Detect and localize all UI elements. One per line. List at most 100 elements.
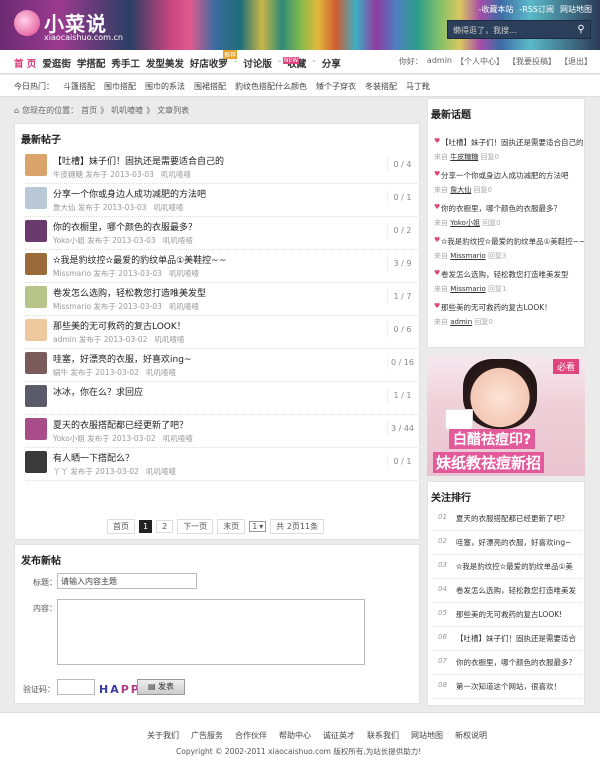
rank-title-link[interactable]: 夏天的衣服搭配都已经更新了吧? — [456, 513, 580, 524]
topic-title[interactable]: ✫我是豹纹控✫最爱的豹纹单品①美鞋控~~ — [441, 236, 584, 247]
post-category[interactable]: 叽叽喳喳 — [146, 368, 176, 377]
rank-title-link[interactable]: 卷发怎么选购，轻松教您打造唯美发 — [456, 585, 580, 596]
post-category[interactable]: 叽叽喳喳 — [155, 335, 185, 344]
search-box[interactable]: 懒得逛了，我搜… ⚲ — [447, 20, 591, 39]
nav-home[interactable]: 首 页 — [14, 56, 36, 70]
post-category[interactable]: 叽叽喳喳 — [154, 203, 184, 212]
nav-shopping[interactable]: 爱逛街 — [42, 56, 71, 70]
nav-handcraft[interactable]: 秀手工 — [111, 56, 140, 70]
avatar[interactable] — [25, 154, 47, 176]
rank-item[interactable]: 01 夏天的衣服搭配都已经更新了吧? — [434, 509, 582, 531]
topic-item[interactable]: ♥ 你的衣橱里，哪个颜色的衣服最多？ 来自 Yoko小姐 回复0 — [434, 203, 582, 239]
post-author[interactable]: Yoko小姐 — [53, 434, 85, 443]
footer-link[interactable]: 诚征英才 — [323, 730, 355, 741]
footer-link[interactable]: 联系我们 — [367, 730, 399, 741]
avatar[interactable] — [25, 385, 47, 407]
post-row[interactable]: 夏天的衣服搭配都已经更新了吧？ Yoko小姐 发布于 2013-03-02 叽叽喳… — [25, 415, 417, 448]
rank-item[interactable]: 06 【吐槽】妹子们！固执还是需要适合 — [434, 629, 582, 651]
footer-link[interactable]: 关于我们 — [147, 730, 179, 741]
avatar[interactable] — [25, 187, 47, 209]
post-author[interactable]: 牛皮糖糖 — [53, 170, 83, 179]
captcha-image[interactable]: HAPP — [99, 683, 141, 696]
page-select[interactable]: 1 ▾ — [249, 521, 267, 532]
topic-user[interactable]: Missmario — [450, 252, 486, 260]
post-title[interactable]: 【吐槽】妹子们！固执还是需要适合自己的 — [53, 154, 224, 167]
hot-item[interactable]: 矮个子穿衣 — [316, 81, 356, 92]
rank-title-link[interactable]: 【吐槽】妹子们！固执还是需要适合 — [456, 633, 580, 644]
post-author[interactable]: 丫丫 — [53, 467, 68, 476]
hot-item[interactable]: 围巾的系法 — [145, 81, 185, 92]
breadcrumb-forum[interactable]: 叽叽喳喳 — [111, 105, 143, 116]
topic-item[interactable]: ♥ ✫我是豹纹控✫最爱的豹纹单品①美鞋控~~ 来自 Missmario 回复3 — [434, 236, 584, 272]
rank-item[interactable]: 07 你的衣橱里，哪个颜色的衣服最多? — [434, 653, 582, 675]
topic-item[interactable]: ♥ 【吐槽】妹子们！固执还是需要适合自己的 来自 牛皮糖糖 回复0 — [434, 137, 584, 173]
content-textarea[interactable] — [57, 599, 365, 665]
topic-title[interactable]: 你的衣橱里，哪个颜色的衣服最多？ — [441, 203, 584, 214]
ad-banner[interactable]: 必看 白醋祛痘印? 妹纸教祛痘新招 — [427, 357, 585, 476]
post-author[interactable]: Yoko小姐 — [53, 236, 85, 245]
submit-button[interactable]: ▤ 发表 — [137, 679, 185, 695]
avatar[interactable] — [25, 220, 47, 242]
post-author[interactable]: Missmario — [53, 269, 91, 278]
footer-link[interactable]: 新权说明 — [455, 730, 487, 741]
topic-item[interactable]: ♥ 分享一个你或身边人成功减肥的方法吧 来自 詹大仙 回复0 — [434, 170, 582, 206]
hot-item[interactable]: 豹纹色搭配什么颜色 — [235, 81, 307, 92]
post-row[interactable]: 卷发怎么选购，轻松教您打造唯美发型 Missmario 发布于 2013-03-0… — [25, 283, 417, 316]
hot-item[interactable]: 马丁靴 — [406, 81, 430, 92]
post-row[interactable]: 有人晒一下搭配么？ 丫丫 发布于 2013-03-02 叽叽喳喳 0 / 1 — [25, 448, 417, 481]
post-category[interactable]: 叽叽喳喳 — [146, 467, 176, 476]
rank-title-link[interactable]: 那些美的无可救药的复古LOOK! — [456, 609, 580, 620]
footer-link[interactable]: 合作伙伴 — [235, 730, 267, 741]
bookmark-link[interactable]: -收藏本站 — [479, 4, 514, 15]
site-logo[interactable]: 小菜说 xiaocaishuo.com.cn — [14, 8, 154, 44]
topic-user[interactable]: Missmario — [450, 285, 486, 293]
post-row[interactable]: ✫我是豹纹控✫最爱的豹纹单品①美鞋控~~ Missmario 发布于 2013-0… — [25, 250, 417, 283]
pager-page-2[interactable]: 2 — [156, 520, 174, 533]
post-category[interactable]: 叽叽喳喳 — [163, 434, 193, 443]
post-title[interactable]: 冰冰，你在么？求回应 — [53, 385, 143, 398]
rank-item[interactable]: 02 哇塞，好漂亮的衣服，好喜欢ing~ — [434, 533, 582, 555]
post-row[interactable]: 那些美的无可救药的复古LOOK！ admin 发布于 2013-03-02 叽叽喳… — [25, 316, 417, 349]
post-title[interactable]: 夏天的衣服搭配都已经更新了吧？ — [53, 418, 188, 431]
hot-item[interactable]: 围巾搭配 — [104, 81, 136, 92]
post-title[interactable]: ✫我是豹纹控✫最爱的豹纹单品①美鞋控~~ — [53, 253, 226, 266]
hot-item[interactable]: 围裙搭配 — [194, 81, 226, 92]
footer-link[interactable]: 广告服务 — [191, 730, 223, 741]
rank-title-link[interactable]: 你的衣橱里，哪个颜色的衣服最多? — [456, 657, 580, 668]
avatar[interactable] — [25, 451, 47, 473]
rank-item[interactable]: 08 第一次知道这个网站，很喜欢！ — [434, 677, 582, 699]
avatar[interactable] — [25, 418, 47, 440]
post-author[interactable]: admin — [53, 335, 77, 344]
post-title[interactable]: 那些美的无可救药的复古LOOK！ — [53, 319, 186, 332]
pager-next[interactable]: 下一页 — [177, 519, 214, 534]
post-row[interactable]: 冰冰，你在么？求回应 1 / 1 — [25, 382, 417, 415]
post-author[interactable]: 詹大仙 — [53, 203, 76, 212]
post-author[interactable]: 蜗牛 — [53, 368, 68, 377]
avatar[interactable] — [25, 286, 47, 308]
post-category[interactable]: 叽叽喳喳 — [169, 302, 199, 311]
avatar[interactable] — [25, 352, 47, 374]
post-author[interactable]: Missmario — [53, 302, 91, 311]
post-title[interactable]: 哇塞，好漂亮的衣服，好喜欢ing~ — [53, 352, 191, 365]
topic-item[interactable]: ♥ 卷发怎么选购，轻松教您打造唯美发型 来自 Missmario 回复1 — [434, 269, 582, 305]
footer-link[interactable]: 网站地图 — [411, 730, 443, 741]
post-title[interactable]: 有人晒一下搭配么？ — [53, 451, 134, 464]
nav-forum[interactable]: 讨论版 — [243, 56, 272, 70]
post-row[interactable]: 哇塞，好漂亮的衣服，好喜欢ing~ 蜗牛 发布于 2013-03-02 叽叽喳喳 0… — [25, 349, 417, 382]
rank-item[interactable]: 05 那些美的无可救药的复古LOOK! — [434, 605, 582, 627]
topic-user[interactable]: Yoko小姐 — [450, 219, 480, 227]
post-row[interactable]: 【吐槽】妹子们！固执还是需要适合自己的 牛皮糖糖 发布于 2013-03-03 叽… — [25, 151, 417, 184]
post-title[interactable]: 卷发怎么选购，轻松教您打造唯美发型 — [53, 286, 206, 299]
post-category[interactable]: 叽叽喳喳 — [163, 236, 193, 245]
rank-title-link[interactable]: 哇塞，好漂亮的衣服，好喜欢ing~ — [456, 537, 580, 548]
topic-title[interactable]: 【吐槽】妹子们！固执还是需要适合自己的 — [441, 137, 584, 148]
topic-item[interactable]: ♥ 那些美的无可救药的复古LOOK！ 来自 admin 回复0 — [434, 302, 582, 338]
nav-hair[interactable]: 发型美发 — [146, 56, 184, 70]
post-title[interactable]: 分享一个你或身边人成功减肥的方法吧 — [53, 187, 206, 200]
post-title[interactable]: 你的衣橱里，哪个颜色的衣服最多？ — [53, 220, 197, 233]
footer-link[interactable]: 帮助中心 — [279, 730, 311, 741]
sitemap-link[interactable]: 网站地图 — [560, 4, 592, 15]
pager-last[interactable]: 末页 — [217, 519, 246, 534]
avatar[interactable] — [25, 253, 47, 275]
hot-item[interactable]: 冬装搭配 — [365, 81, 397, 92]
